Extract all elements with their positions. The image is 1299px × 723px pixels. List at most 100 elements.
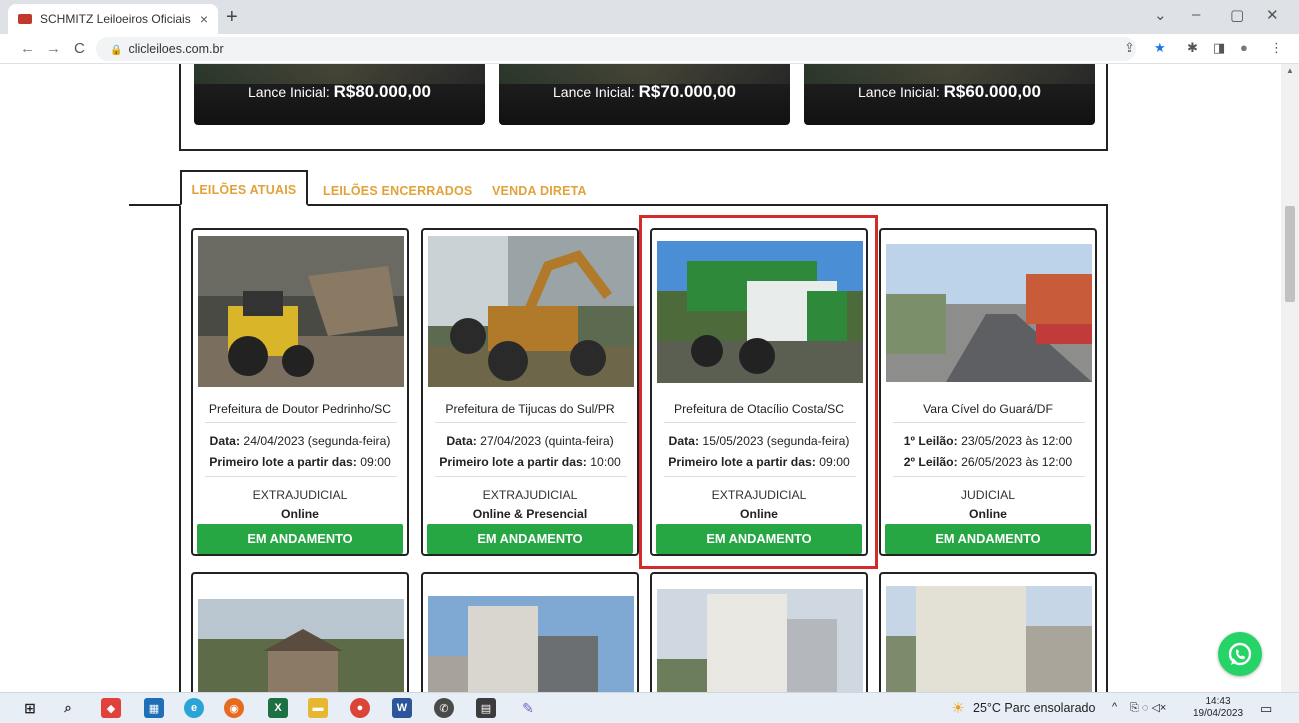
house-photo <box>198 599 404 692</box>
browser-tab-bar: SCHMITZ Leiloeiros Oficiais × + ⌄ – ▢ ✕ <box>0 0 1299 34</box>
url-input[interactable]: 🔒 clicleiloes.com.br <box>96 37 1136 61</box>
browser-tab[interactable]: SCHMITZ Leiloeiros Oficiais × <box>8 4 218 34</box>
bookmark-star-icon[interactable]: ★ <box>1154 40 1166 56</box>
scrollbar-thumb[interactable] <box>1285 206 1295 302</box>
auction-second-session: 2º Leilão: 26/05/2023 às 12:00 <box>903 455 1073 469</box>
page-content: Lance Inicial: R$80.000,00 Lance Inicial… <box>0 64 1281 692</box>
close-tab-icon[interactable]: × <box>200 11 208 27</box>
minimize-button[interactable]: – <box>1192 6 1200 23</box>
tray-overflow-icon[interactable]: ^ <box>1112 701 1117 713</box>
scroll-up-arrow-icon[interactable]: ▲ <box>1286 66 1294 75</box>
share-icon[interactable]: ⇪ <box>1124 40 1135 56</box>
new-tab-button[interactable]: + <box>226 6 238 29</box>
windows-start-icon[interactable]: ⊞ <box>20 698 40 718</box>
anydesk-icon[interactable]: ◆ <box>101 698 121 718</box>
clock-date: 19/04/2023 <box>1192 708 1244 719</box>
auction-type: JUDICIAL <box>960 488 1016 502</box>
backhoe-photo <box>428 236 634 387</box>
featured-lot-price: Lance Inicial: R$80.000,00 <box>248 82 431 101</box>
weather-text[interactable]: 25°C Parc ensolarado <box>973 701 1095 715</box>
auction-card[interactable] <box>421 572 639 692</box>
whatsapp-button[interactable] <box>1218 632 1262 676</box>
auction-mode: Online <box>281 507 319 521</box>
card-divider <box>205 422 397 423</box>
page-scrollbar[interactable]: ▲ <box>1281 64 1299 692</box>
auction-photo <box>886 244 1092 382</box>
maximize-button[interactable]: ▢ <box>1230 6 1244 24</box>
card-divider <box>435 422 627 423</box>
auction-first-session: 1º Leilão: 23/05/2023 às 12:00 <box>903 434 1073 448</box>
auction-card[interactable]: Vara Cível do Guará/DF 1º Leilão: 23/05/… <box>879 228 1097 556</box>
status-button[interactable]: EM ANDAMENTO <box>885 524 1091 554</box>
auction-card[interactable] <box>191 572 409 692</box>
featured-lot-photo <box>499 64 790 84</box>
tab-venda-direta[interactable]: VENDA DIRETA <box>492 184 587 198</box>
lock-icon: 🔒 <box>110 45 123 56</box>
auction-card[interactable] <box>650 572 868 692</box>
back-button[interactable]: ← <box>20 40 35 57</box>
close-window-button[interactable]: ✕ <box>1266 6 1279 24</box>
building-photo <box>428 596 634 692</box>
firefox-icon[interactable]: ◉ <box>224 698 244 718</box>
word-icon[interactable]: W <box>392 698 412 718</box>
chrome-icon[interactable]: ● <box>350 698 370 718</box>
windows-taskbar: ⊞ ⌕ ◆ ▦ e ◉ X ▬ ● W ✆ ▤ ✎ ☀ 25°C Parc en… <box>0 692 1299 723</box>
tab-leiloes-encerrados[interactable]: LEILÕES ENCERRADOS <box>323 184 472 198</box>
auction-title: Prefeitura de Tijucas do Sul/PR <box>445 402 615 416</box>
auction-date: Data: 27/04/2023 (quinta-feira) <box>446 434 614 448</box>
featured-lots: Lance Inicial: R$80.000,00 Lance Inicial… <box>179 64 1108 151</box>
network-app-icon[interactable]: ▦ <box>144 698 164 718</box>
search-icon[interactable]: ⌕ <box>58 698 78 718</box>
auction-first-lot: Primeiro lote a partir das: 09:00 <box>209 455 391 469</box>
url-text: clicleiloes.com.br <box>128 42 224 56</box>
card-divider <box>893 476 1085 477</box>
address-bar: ← → C 🔒 clicleiloes.com.br ⇪ ★ ✱ ◨ ● ⋮ <box>0 34 1299 64</box>
reload-button[interactable]: C <box>74 40 85 57</box>
auction-photo <box>198 599 404 692</box>
auction-mode: Online <box>969 507 1007 521</box>
forward-button[interactable]: → <box>46 40 61 57</box>
side-panel-icon[interactable]: ◨ <box>1213 40 1225 56</box>
whatsapp-icon <box>1228 642 1252 666</box>
featured-lot-photo <box>804 64 1095 84</box>
menu-icon[interactable]: ⋮ <box>1270 40 1283 56</box>
file-explorer-icon[interactable]: ▬ <box>308 698 328 718</box>
card-divider <box>205 476 397 477</box>
auction-photo <box>198 236 404 387</box>
auction-photo <box>428 596 634 692</box>
auction-mode: Online & Presencial <box>472 507 588 521</box>
auction-type: EXTRAJUDICIAL <box>252 488 348 502</box>
paint-icon[interactable]: ✎ <box>518 698 538 718</box>
status-button[interactable]: EM ANDAMENTO <box>427 524 633 554</box>
auction-title: Vara Cível do Guará/DF <box>923 402 1053 416</box>
auction-card[interactable] <box>879 572 1097 692</box>
notifications-icon[interactable]: ▭ <box>1260 701 1272 717</box>
featured-lot-card[interactable]: Lance Inicial: R$70.000,00 <box>499 64 790 125</box>
auction-card[interactable]: Prefeitura de Doutor Pedrinho/SC Data: 2… <box>191 228 409 556</box>
featured-lot-card[interactable]: Lance Inicial: R$60.000,00 <box>804 64 1095 125</box>
profile-icon[interactable]: ● <box>1240 40 1248 55</box>
tab-leiloes-atuais[interactable]: LEILÕES ATUAIS <box>180 170 308 206</box>
auction-date: Data: 24/04/2023 (segunda-feira) <box>209 434 391 448</box>
auction-first-lot: Primeiro lote a partir das: 10:00 <box>439 455 621 469</box>
card-divider <box>893 422 1085 423</box>
featured-lot-card[interactable]: Lance Inicial: R$80.000,00 <box>194 64 485 125</box>
calculator-icon[interactable]: ▤ <box>476 698 496 718</box>
featured-lot-photo <box>194 64 485 84</box>
backhoe-loader-photo <box>198 236 404 387</box>
auction-title: Prefeitura de Doutor Pedrinho/SC <box>208 402 392 416</box>
edge-icon[interactable]: e <box>184 698 204 718</box>
status-button[interactable]: EM ANDAMENTO <box>197 524 403 554</box>
extensions-icon[interactable]: ✱ <box>1187 40 1198 56</box>
tower-building-photo <box>886 586 1092 692</box>
auction-card[interactable]: Prefeitura de Tijucas do Sul/PR Data: 27… <box>421 228 639 556</box>
auction-photo <box>428 236 634 387</box>
street-view-photo <box>886 244 1092 382</box>
auction-photo <box>657 589 863 692</box>
taskbar-clock[interactable]: 14:43 19/04/2023 <box>1192 696 1244 720</box>
weather-icon[interactable]: ☀ <box>948 698 968 718</box>
tab-list-icon[interactable]: ⌄ <box>1154 6 1167 24</box>
tray-icons[interactable]: ⎘ ◌ ◁× <box>1130 701 1166 715</box>
whatsapp-desktop-icon[interactable]: ✆ <box>434 698 454 718</box>
excel-icon[interactable]: X <box>268 698 288 718</box>
